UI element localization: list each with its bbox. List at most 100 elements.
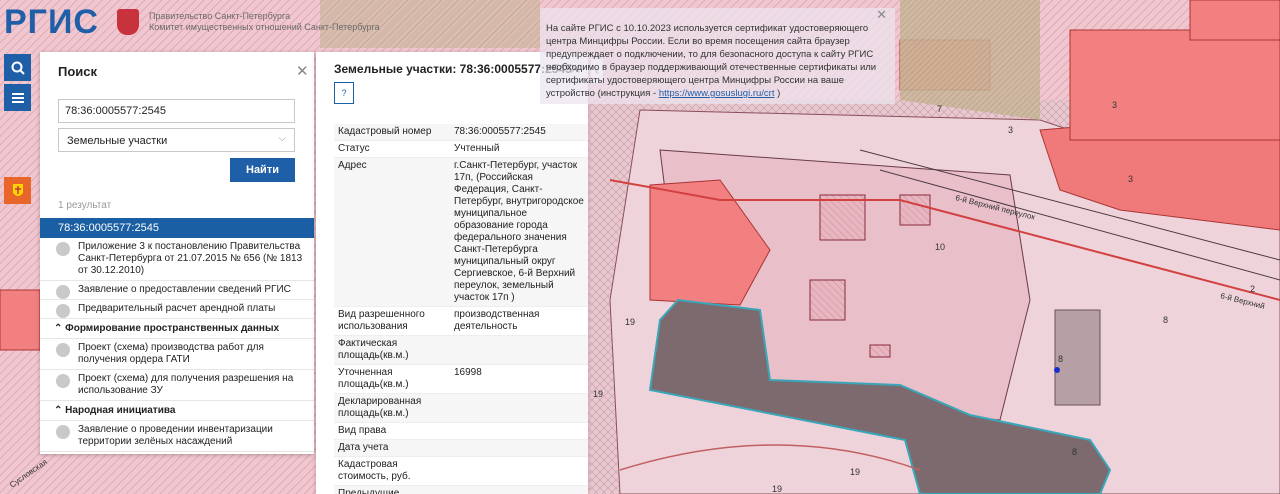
attribute-value: [450, 456, 588, 486]
attribute-value: производственная деятельность: [450, 306, 588, 336]
attribute-value: [450, 393, 588, 423]
attribute-value: [450, 422, 588, 440]
search-type-value: Земельные участки: [67, 135, 168, 147]
service-item[interactable]: Приложение 3 к постановлению Правительст…: [40, 238, 314, 281]
search-icon: [11, 61, 25, 75]
notice-close-icon[interactable]: ✕: [876, 8, 887, 21]
parcel-attribute-row: Вид права: [334, 422, 588, 440]
service-item-label: Заявление о предоставлении сведений РГИС: [78, 284, 291, 295]
notice-link[interactable]: https://www.gosuslugi.ru/crt: [659, 88, 775, 99]
map-label-3c: 3: [1112, 100, 1117, 110]
attribute-value: [450, 439, 588, 457]
parcel-attribute-row: Кадастровая стоимость, руб.: [334, 456, 588, 486]
map-label-3b: 3: [1008, 125, 1013, 135]
attribute-key: Кадастровая стоимость, руб.: [334, 456, 450, 486]
attribute-value: 78:36:0005577:2545: [450, 124, 588, 141]
parcel-attribute-row: Фактическая площадь(кв.м.): [334, 335, 588, 365]
attribute-value: [450, 335, 588, 365]
service-item[interactable]: Проект (схема) для получения разрешения …: [40, 370, 314, 401]
layers-button[interactable]: [4, 177, 31, 204]
service-item[interactable]: Заявление о предоставлении сведений РГИС: [40, 281, 314, 300]
document-icon: [56, 304, 70, 318]
spb-emblem-icon: [116, 9, 139, 35]
search-button[interactable]: [4, 54, 31, 81]
document-icon: [56, 242, 70, 256]
document-icon: [56, 343, 70, 357]
parcel-attribute-row: Адрес г.Санкт-Петербург, участок 17п, (Ро…: [334, 157, 588, 307]
document-icon: [56, 285, 70, 299]
service-item[interactable]: Предварительный расчет арендной платы: [40, 300, 314, 319]
document-question-icon-label: ?: [341, 88, 347, 98]
service-item-label: Заявление о проведении инвентаризации те…: [78, 424, 273, 447]
map-label-3a: 3: [1128, 174, 1133, 184]
attribute-value: Учтенный: [450, 140, 588, 158]
attribute-key: Статус: [334, 140, 450, 158]
parcel-attributes-table: Кадастровый номер 78:36:0005577:2545 Стату…: [334, 124, 588, 494]
parcel-title: Земельные участки: 78:36:0005577:2545: [334, 62, 572, 76]
map-label-19d: 19: [772, 484, 782, 494]
attribute-key: Уточненная площадь(кв.м.): [334, 364, 450, 394]
attribute-key: Декларированная площадь(кв.м.): [334, 393, 450, 423]
search-type-select[interactable]: Земельные участки ⌵: [58, 128, 295, 152]
section-title: Народная инициатива: [65, 405, 176, 416]
menu-icon: [11, 92, 24, 103]
map-label-7: 7: [937, 104, 942, 114]
map-label-19b: 19: [593, 389, 603, 399]
menu-button[interactable]: [4, 84, 31, 111]
service-item-label: Предварительный расчет арендной платы: [78, 303, 276, 314]
logo-subtitle-line1: Правительство Санкт-Петербурга: [148, 11, 291, 21]
attribute-value: [450, 485, 588, 494]
parcel-attribute-row: Дата учета: [334, 439, 588, 457]
search-panel-title: Поиск: [58, 64, 98, 79]
service-item-label: Проект (схема) для получения разрешения …: [78, 373, 294, 396]
attribute-value: 16998: [450, 364, 588, 394]
attribute-key: Вид права: [334, 422, 450, 440]
city-emblem-icon: [12, 183, 23, 196]
attribute-key: Адрес: [334, 157, 450, 307]
parcel-attribute-row: Статус Учтенный: [334, 140, 588, 158]
document-icon: [56, 425, 70, 439]
search-panel: Поиск ✕ Земельные участки ⌵ Найти 1 резу…: [40, 52, 314, 454]
selected-result-item[interactable]: 78:36:0005577:2545: [40, 218, 314, 238]
section-title: Формирование пространственных данных: [65, 323, 280, 334]
search-close-icon[interactable]: ✕: [296, 62, 309, 80]
certificate-notice: ✕ На сайте РГИС с 10.10.2023 используетс…: [540, 8, 895, 104]
logo-subtitle-line2: Комитет имущественных отношений Санкт-Пе…: [148, 22, 380, 32]
attribute-key: Предыдущие кадастровые номера: [334, 485, 450, 494]
parcel-info-panel: Земельные участки: 78:36:0005577:2545 ✕ …: [316, 52, 588, 494]
chevron-down-icon: ⌵: [278, 133, 286, 144]
attribute-key: Вид разрешенного использования: [334, 306, 450, 336]
attribute-key: Кадастровый номер: [334, 124, 450, 141]
map-label-8a: 8: [1058, 354, 1063, 364]
search-input[interactable]: [58, 99, 295, 123]
attribute-key: Дата учета: [334, 439, 450, 457]
attribute-key: Фактическая площадь(кв.м.): [334, 335, 450, 365]
logo-text: РГИС: [4, 2, 99, 41]
notice-tail: ): [774, 88, 781, 99]
map-label-8b: 8: [1163, 315, 1168, 325]
service-item-label: Приложение 3 к постановлению Правительст…: [78, 241, 303, 276]
document-icon: [56, 374, 70, 388]
service-item[interactable]: Заявление о проведении инвентаризации те…: [40, 421, 314, 452]
services-list: Приложение 3 к постановлению Правительст…: [40, 238, 314, 454]
service-item-label: Проект (схема) производства работ для по…: [78, 342, 264, 365]
document-question-icon[interactable]: ?: [334, 82, 354, 104]
parcel-attribute-row: Предыдущие кадастровые номера: [334, 485, 588, 494]
results-count: 1 результат: [58, 200, 112, 211]
logo-subtitle: Правительство Санкт-Петербурга Комитет и…: [149, 11, 380, 33]
map-label-19a: 19: [625, 317, 635, 327]
find-button[interactable]: Найти: [230, 158, 295, 182]
parcel-attribute-row: Кадастровый номер 78:36:0005577:2545: [334, 124, 588, 141]
map-label-2: 2: [1250, 284, 1255, 294]
map-toolbar: [4, 54, 31, 207]
parcel-attribute-row: Вид разрешенного использования производст…: [334, 306, 588, 336]
section-people-initiative[interactable]: ⌃ Народная инициатива: [40, 401, 314, 421]
parcel-attribute-row: Уточненная площадь(кв.м.) 16998: [334, 364, 588, 394]
parcel-attribute-row: Декларированная площадь(кв.м.): [334, 393, 588, 423]
map-label-10: 10: [935, 242, 945, 252]
service-item[interactable]: Проект (схема) производства работ для по…: [40, 339, 314, 370]
map-label-19c: 19: [850, 467, 860, 477]
section-spatial-data[interactable]: ⌃ Формирование пространственных данных: [40, 319, 314, 339]
map-label-8c: 8: [1072, 447, 1077, 457]
header-logo[interactable]: РГИС Правительство Санкт-Петербурга Коми…: [0, 0, 380, 44]
